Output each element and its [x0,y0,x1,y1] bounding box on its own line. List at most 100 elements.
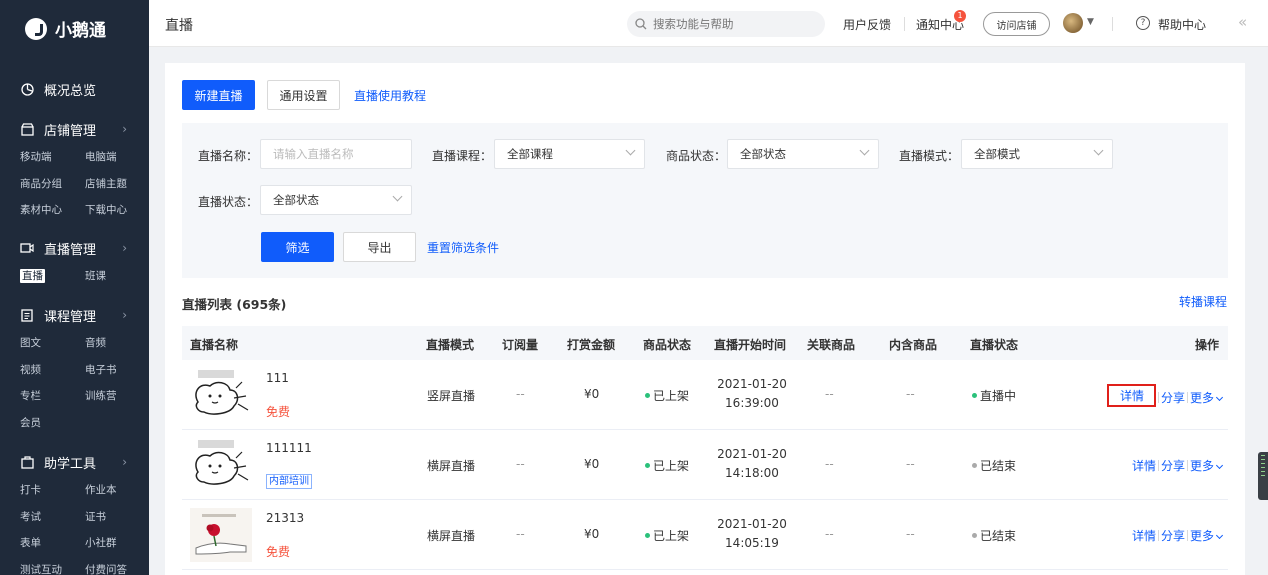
subscriptions: -- [516,387,525,401]
status-dot [645,393,650,398]
live-course-select[interactable]: 全部课程 [494,139,645,169]
more-menu[interactable]: 更多 [1190,527,1224,544]
live-cover-image[interactable] [190,368,252,422]
live-mode-value: 全部模式 [974,147,1020,161]
nav-group-tools-header[interactable]: 助学工具 › [0,450,149,474]
product-status: 已上架 [645,527,689,544]
sidebar-item-live[interactable]: 直播 [20,263,85,290]
sidebar-item-mobile[interactable]: 移动端 [20,144,85,171]
feedback-link[interactable]: 用户反馈 [843,16,891,33]
sidebar-item-class[interactable]: 班课 [85,263,149,290]
general-settings-button[interactable]: 通用设置 [267,80,340,110]
nav-group-shop-header[interactable]: 店铺管理 › [0,117,149,141]
scrollbar-handle[interactable] [1258,452,1268,500]
contained-products: -- [906,527,915,541]
collapse-icon[interactable]: « [1238,13,1247,31]
new-live-button[interactable]: 新建直播 [182,80,255,110]
product-status-select[interactable]: 全部状态 [727,139,879,169]
sidebar-item-member[interactable]: 会员 [20,410,85,437]
share-link[interactable]: 分享 [1161,389,1185,406]
nav-overview[interactable]: 概况总览 [0,77,149,101]
column-header: 直播模式 [426,338,475,352]
sidebar-item-ebook[interactable]: 电子书 [85,357,149,384]
linked-products: -- [825,457,834,471]
sidebar-item-checkin[interactable]: 打卡 [20,477,85,504]
shop-icon [20,122,34,136]
status-dot [972,393,977,398]
live-status: 已结束 [972,527,1016,544]
product-status: 已上架 [645,457,689,474]
sidebar-item-homework[interactable]: 作业本 [85,477,149,504]
export-button[interactable]: 导出 [343,232,416,262]
search-input[interactable] [653,17,813,31]
live-status-select[interactable]: 全部状态 [260,185,412,215]
start-date: 2021-01-20 [717,517,787,531]
reset-filters-link[interactable]: 重置筛选条件 [427,239,499,256]
chevron-down-icon [1093,145,1104,156]
nav-group-live-header[interactable]: 直播管理 › [0,236,149,260]
sidebar-item-downloads[interactable]: 下载中心 [85,197,149,224]
logo[interactable]: 小鹅通 [25,16,106,41]
detail-link[interactable]: 详情 [1132,457,1156,474]
top-header: 直播 用户反馈 通知中心 1 访问店铺 ▼ ? 帮助中心 « [149,0,1268,47]
more-label: 更多 [1189,390,1214,405]
nav-group-label: 课程管理 [44,309,97,325]
sidebar-item-certificate[interactable]: 证书 [85,504,149,531]
live-name[interactable]: 111 [266,371,289,385]
more-menu[interactable]: 更多 [1189,389,1224,406]
visit-store-button[interactable]: 访问店铺 [983,12,1050,36]
search-icon [635,18,647,30]
sidebar-item-article[interactable]: 图文 [20,330,85,357]
nav-overview-label: 概况总览 [44,83,97,99]
live-status: 已结束 [972,457,1016,474]
table-row: 111111 内部培训 横屏直播 -- ¥0 已上架 2021-01-20 14:… [182,430,1228,500]
contained-products: -- [906,387,915,401]
chevron-down-icon [1215,393,1224,401]
tutorial-link[interactable]: 直播使用教程 [354,87,426,104]
sidebar-item-store-theme[interactable]: 店铺主题 [85,171,149,198]
help-center-link[interactable]: 帮助中心 [1158,16,1206,33]
live-name[interactable]: 111111 [266,441,312,455]
sidebar-item-audio[interactable]: 音频 [85,330,149,357]
live-name[interactable]: 21313 [266,511,304,525]
sidebar-item-exam[interactable]: 考试 [20,504,85,531]
more-label: 更多 [1189,459,1214,473]
divider [1186,530,1188,541]
live-cover-image[interactable] [190,438,252,492]
avatar[interactable] [1063,13,1083,33]
logo-icon [25,17,47,40]
chevron-right-icon: › [122,122,127,136]
start-date: 2021-01-20 [717,447,787,461]
nav-group-course-header[interactable]: 课程管理 › [0,303,149,327]
product-status-text: 已上架 [653,459,690,473]
sidebar-item-community[interactable]: 小社群 [85,530,149,557]
detail-link[interactable]: 详情 [1132,527,1156,544]
start-date: 2021-01-20 [717,377,787,391]
sidebar-item-column[interactable]: 专栏 [20,383,85,410]
share-link[interactable]: 分享 [1161,457,1185,474]
sidebar-item-camp[interactable]: 训练营 [85,383,149,410]
sidebar-item-form[interactable]: 表单 [20,530,85,557]
live-mode-select[interactable]: 全部模式 [961,139,1113,169]
sidebar: 小鹅通 概况总览 店铺管理 › 移动端 电脑端 商品分组 店铺主题 素材中心 下… [0,0,149,575]
transfer-course-link[interactable]: 转播课程 [1179,293,1227,310]
search-box[interactable] [627,11,825,37]
filter-button[interactable]: 筛选 [261,232,334,262]
live-cover-image[interactable] [190,508,252,562]
sidebar-item-quiz[interactable]: 测试互动 [20,557,85,575]
caret-down-icon[interactable]: ▼ [1087,17,1094,27]
detail-link[interactable]: 详情 [1106,384,1156,407]
nav-group-label: 店铺管理 [44,123,97,139]
sidebar-item-paid-qa[interactable]: 付费问答 [85,557,149,575]
column-header: 内含商品 [889,338,938,352]
live-name-input[interactable]: 请输入直播名称 [260,139,412,169]
help-icon: ? [1136,16,1150,30]
sidebar-item-materials[interactable]: 素材中心 [20,197,85,224]
sidebar-item-pc[interactable]: 电脑端 [85,144,149,171]
product-status-text: 已上架 [653,389,690,403]
live-mode: 竖屏直播 [427,389,476,403]
share-link[interactable]: 分享 [1161,527,1185,544]
sidebar-item-video[interactable]: 视频 [20,357,85,384]
more-menu[interactable]: 更多 [1189,457,1224,474]
sidebar-item-product-group[interactable]: 商品分组 [20,171,85,198]
